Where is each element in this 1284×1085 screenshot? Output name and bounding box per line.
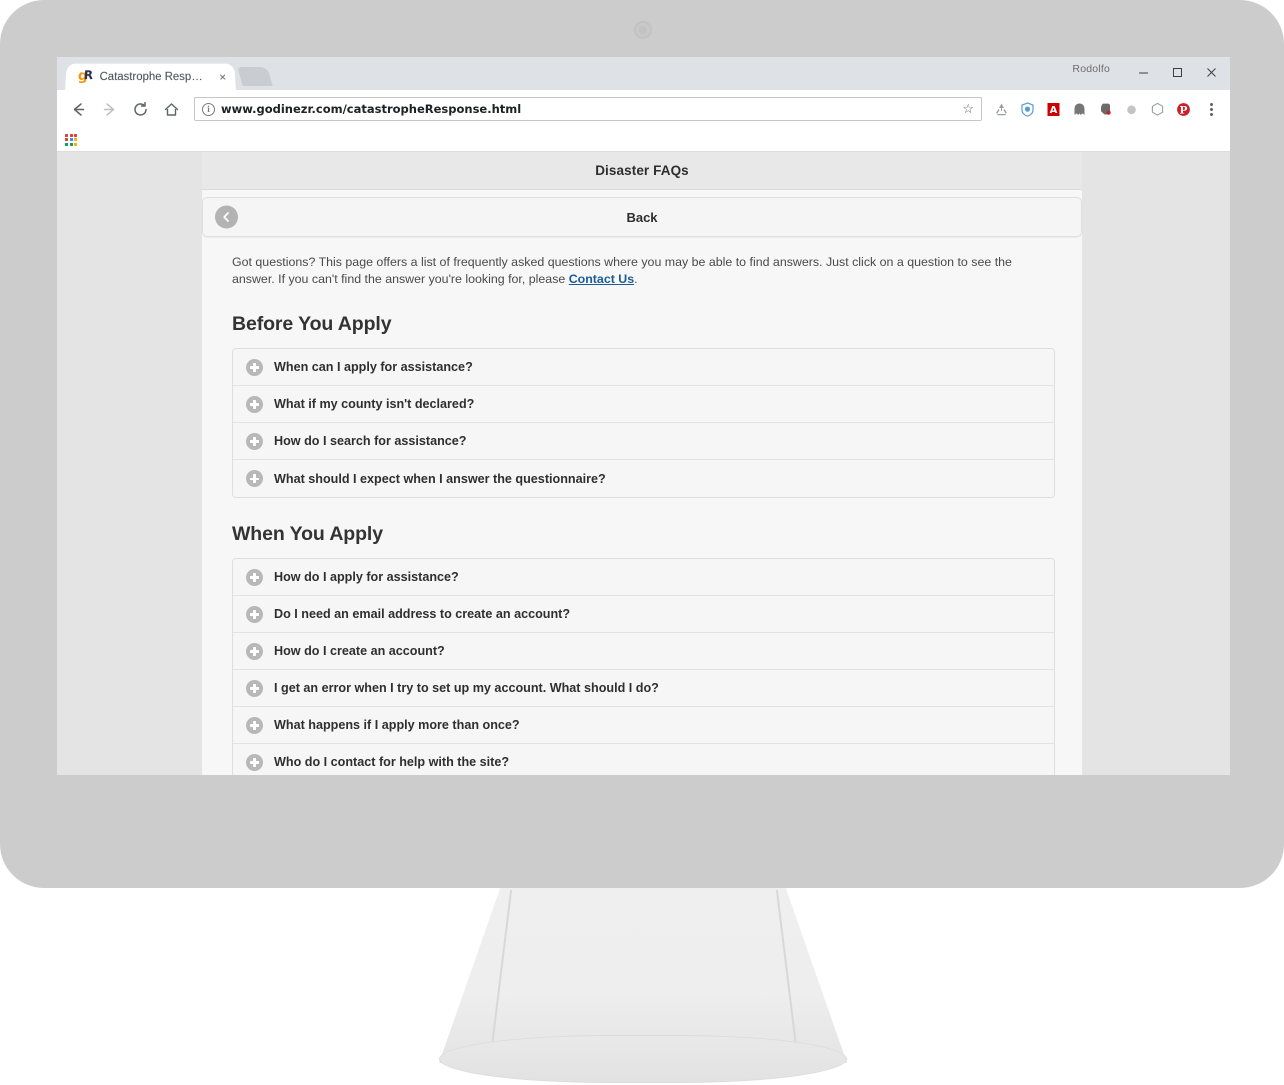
plus-icon (246, 432, 263, 450)
faq-question-label: What if my county isn't declared? (274, 397, 475, 411)
three-dot-menu-icon[interactable] (1200, 102, 1222, 116)
faq-item[interactable]: What should I expect when I answer the q… (233, 460, 1054, 497)
profile-name-label[interactable]: Rodolfo (1072, 63, 1110, 75)
faq-question-label: What should I expect when I answer the q… (274, 471, 606, 486)
adobe-acrobat-icon[interactable]: A (1041, 97, 1065, 121)
shield-icon[interactable] (1015, 97, 1039, 121)
page-viewport: Disaster FAQs Back Got questions? This p… (57, 152, 1230, 775)
page-body: Got questions? This page offers a list o… (202, 237, 1082, 775)
cube-icon[interactable] (1145, 97, 1169, 121)
faq-item[interactable]: I get an error when I try to set up my a… (233, 670, 1054, 707)
page-header: Disaster FAQs (202, 152, 1082, 190)
svg-text:P: P (1179, 104, 1187, 116)
back-button-label: Back (626, 209, 658, 225)
faq-item[interactable]: What happens if I apply more than once? (233, 707, 1054, 744)
plus-icon (246, 753, 263, 771)
plus-icon (246, 716, 263, 734)
favicon-letter-r: R (83, 68, 94, 83)
plus-icon (246, 679, 263, 697)
browser-title-bar: g R Catastrophe Response × Rodolfo (57, 57, 1230, 90)
faq-item[interactable]: When can I apply for assistance? (233, 349, 1054, 386)
intro-text-after-link: . (634, 272, 638, 286)
gray-dot-icon[interactable] (1119, 97, 1143, 121)
faq-question-label: How do I apply for assistance? (274, 570, 459, 584)
browser-reload-button[interactable] (127, 96, 153, 122)
reload-icon (133, 101, 147, 116)
faq-question-label: What happens if I apply more than once? (274, 718, 520, 732)
faq-list-when-you-apply: How do I apply for assistance? Do I need… (232, 558, 1055, 775)
page-title: Disaster FAQs (595, 163, 689, 178)
plus-icon (246, 605, 263, 623)
apps-grid-icon[interactable] (65, 133, 77, 146)
faq-question-label: I get an error when I try to set up my a… (274, 681, 659, 695)
svg-text:A: A (1049, 105, 1057, 116)
faq-item[interactable]: Do I need an email address to create an … (233, 596, 1054, 633)
faq-question-label: How do I create an account? (274, 644, 445, 658)
faq-item[interactable]: How do I search for assistance? (233, 423, 1054, 460)
faq-item[interactable]: How do I create an account? (233, 633, 1054, 670)
evernote-icon[interactable] (1093, 97, 1117, 121)
site-favicon-icon: g R (77, 68, 94, 84)
back-button-bar[interactable]: Back (202, 197, 1082, 237)
tab-close-icon[interactable]: × (213, 70, 227, 84)
bookmark-star-icon[interactable]: ☆ (962, 101, 974, 117)
section-heading-before-you-apply: Before You Apply (232, 313, 392, 335)
plus-icon (246, 358, 263, 376)
minimize-button[interactable] (1126, 57, 1160, 88)
plus-icon (246, 470, 263, 487)
intro-paragraph: Got questions? This page offers a list o… (232, 254, 1037, 288)
address-bar-url: www.godinezr.com/catastropheResponse.htm… (221, 102, 522, 116)
monitor-scene: g R Catastrophe Response × Rodolfo i www… (0, 0, 1284, 1085)
tab-strip: g R Catastrophe Response × (57, 57, 273, 90)
monitor-stand-base (439, 1035, 847, 1083)
maximize-icon (1172, 68, 1182, 77)
site-info-icon[interactable]: i (202, 102, 215, 116)
close-button[interactable] (1194, 57, 1228, 88)
browser-back-button[interactable] (65, 96, 91, 122)
back-arrow-icon (73, 102, 84, 116)
extension-icons-group: A P (987, 97, 1222, 121)
faq-question-label: Do I need an email address to create an … (274, 607, 571, 621)
webcam-icon (634, 21, 652, 39)
faq-question-label: How do I search for assistance? (274, 434, 467, 448)
browser-tab[interactable]: g R Catastrophe Response × (65, 63, 237, 90)
tab-title: Catastrophe Response (99, 70, 207, 83)
close-icon (1206, 68, 1216, 77)
plus-icon (246, 642, 263, 660)
faq-question-label: When can I apply for assistance? (274, 360, 473, 374)
pinterest-icon[interactable]: P (1171, 97, 1195, 121)
bookmarks-bar: » (57, 128, 1230, 170)
browser-forward-button[interactable] (96, 96, 122, 122)
maximize-button[interactable] (1160, 57, 1194, 88)
plus-icon (246, 568, 263, 586)
faq-item[interactable]: Who do I contact for help with the site? (233, 744, 1054, 775)
browser-home-button[interactable] (158, 96, 184, 122)
faq-item[interactable]: What if my county isn't declared? (233, 386, 1054, 423)
page-content-container: Disaster FAQs Back Got questions? This p… (202, 152, 1082, 775)
recycle-icon[interactable] (989, 97, 1013, 121)
section-heading-when-you-apply: When You Apply (232, 523, 383, 545)
browser-toolbar: i www.godinezr.com/catastropheResponse.h… (57, 90, 1230, 128)
contact-us-link[interactable]: Contact Us (569, 272, 634, 286)
faq-item[interactable]: How do I apply for assistance? (233, 559, 1054, 596)
faq-question-label: Who do I contact for help with the site? (274, 755, 510, 769)
home-icon (164, 102, 178, 116)
ghostery-icon[interactable] (1067, 97, 1091, 121)
address-bar[interactable]: i www.godinezr.com/catastropheResponse.h… (194, 97, 982, 121)
forward-arrow-icon (103, 102, 114, 116)
back-chevron-icon (215, 205, 238, 229)
minimize-icon (1138, 72, 1148, 74)
faq-list-before-you-apply: When can I apply for assistance? What if… (232, 348, 1055, 498)
browser-window: g R Catastrophe Response × Rodolfo i www… (57, 57, 1230, 775)
new-tab-button[interactable] (237, 67, 273, 86)
plus-icon (246, 395, 263, 413)
window-controls-group: Rodolfo (1072, 57, 1230, 90)
